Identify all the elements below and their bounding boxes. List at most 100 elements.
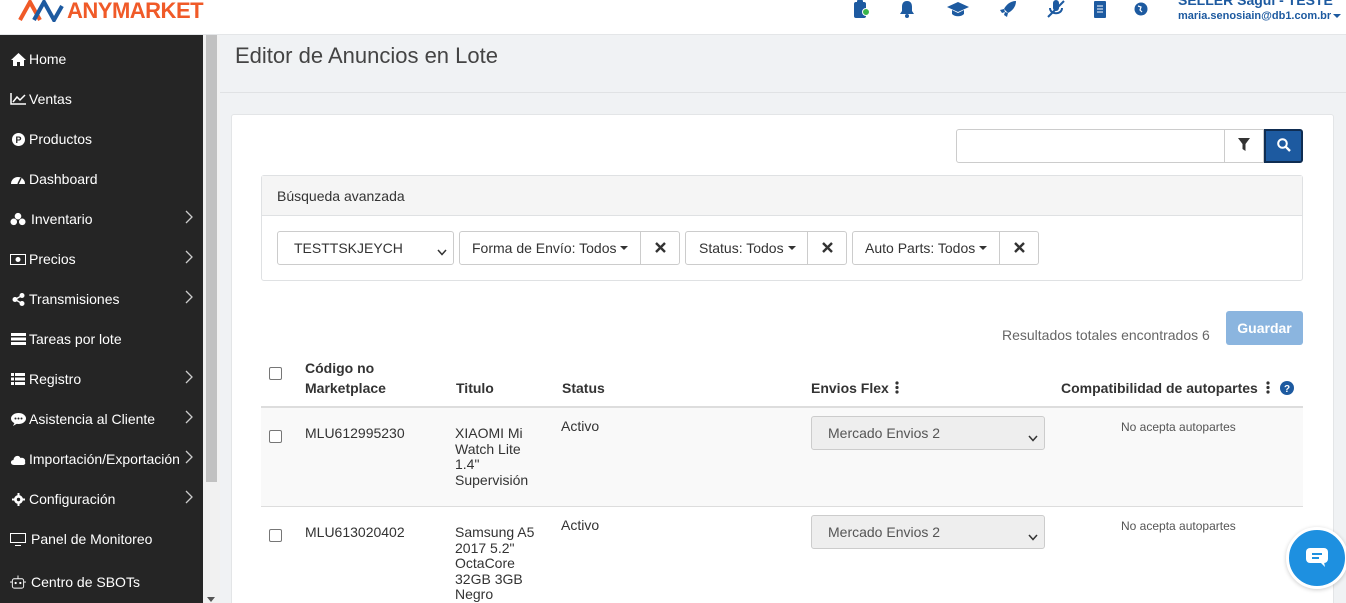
envios-flex-select[interactable]: Mercado Envios 2 — [811, 515, 1045, 549]
user-email: maria.senosiain@db1.com.br — [1178, 10, 1332, 22]
sidebar-item-registro[interactable]: Registro — [0, 359, 203, 399]
filter-button[interactable] — [1224, 129, 1264, 163]
sidebar-item-asistencia-al-cliente[interactable]: Asistencia al Cliente — [0, 399, 203, 439]
search-icon — [1276, 137, 1291, 155]
column-header-code[interactable]: Código no Marketplace — [305, 358, 425, 398]
chevron-right-icon — [185, 250, 193, 267]
scrollbar-thumb[interactable] — [206, 35, 217, 482]
tasks-icon — [10, 333, 26, 345]
sidebar-scrollbar[interactable] — [203, 35, 220, 603]
shipping-filter-label: Forma de Envío: Todos — [472, 240, 617, 256]
chevron-right-icon — [185, 490, 193, 507]
cubes-icon — [10, 212, 26, 226]
sidebar-item-configuracion[interactable]: Configuración — [0, 479, 203, 519]
logo-mark-icon — [18, 0, 64, 22]
clipboard-icon[interactable] — [850, 0, 870, 19]
envios-flex-value: Mercado Envios 2 — [828, 425, 941, 441]
clear-shipping-filter-button[interactable] — [640, 231, 680, 265]
sidebar-item-home[interactable]: Home — [0, 39, 203, 79]
caret-down-icon — [979, 246, 988, 250]
sidebar-item-label: Centro de SBOTs — [31, 574, 140, 590]
save-button[interactable]: Guardar — [1226, 311, 1303, 345]
top-bar: ANYMARKET SELLER Sagui - TESTE maria.sen… — [0, 0, 1346, 35]
column-header-status[interactable]: Status — [562, 378, 605, 398]
dashboard-icon — [10, 173, 26, 185]
sidebar-item-panel-de-monitoreo[interactable]: Panel de Monitoreo — [0, 519, 203, 559]
sidebar-item-label: Importación/Exportación — [29, 451, 180, 467]
row-checkbox[interactable] — [269, 430, 282, 443]
column-header-title[interactable]: Titulo — [456, 378, 494, 398]
svg-text:P: P — [15, 135, 21, 145]
sidebar-item-label: Transmisiones — [29, 291, 120, 307]
row-checkbox[interactable] — [269, 529, 282, 542]
sidebar-item-importacion-exportacion[interactable]: Importación/Exportación — [0, 439, 203, 479]
sidebar-item-precios[interactable]: Precios — [0, 239, 203, 279]
sidebar-item-label: Asistencia al Cliente — [29, 411, 156, 427]
graduation-cap-icon[interactable] — [946, 0, 970, 19]
row-title: Samsung A5 2017 5.2" OctaCore 32GB 3GB N… — [455, 524, 535, 603]
row-title-line: Watch Lite — [455, 440, 521, 457]
chevron-right-icon — [185, 410, 193, 427]
rocket-icon[interactable] — [998, 0, 1018, 19]
microphone-slash-icon[interactable] — [1046, 0, 1066, 19]
sidebar-item-label: Precios — [29, 251, 76, 267]
select-all-checkbox[interactable] — [269, 367, 282, 380]
globe-icon[interactable] — [1131, 0, 1151, 19]
row-title-line: 32GB 3GB — [455, 570, 523, 587]
user-name: SELLER Sagui - TESTE — [1178, 0, 1333, 8]
advanced-search-title: Búsqueda avanzada — [262, 176, 1302, 216]
more-vertical-icon[interactable] — [1266, 379, 1270, 399]
envios-flex-select[interactable]: Mercado Envios 2 — [811, 416, 1045, 450]
sidebar-item-label: Ventas — [29, 91, 72, 107]
sidebar-item-ventas[interactable]: Ventas — [0, 79, 203, 119]
account-select[interactable]: TESTTSKJEYCH — [277, 231, 454, 265]
chevron-right-icon — [185, 450, 193, 467]
column-header-compatibilidad[interactable]: Compatibilidad de autopartes ? — [1061, 378, 1294, 400]
sidebar: Home Ventas P Productos Dashboard Invent… — [0, 35, 203, 603]
more-vertical-icon[interactable] — [895, 379, 899, 399]
cloud-icon — [10, 454, 26, 465]
sidebar-item-label: Inventario — [31, 211, 93, 227]
sidebar-item-label: Registro — [29, 371, 82, 387]
line-chart-icon — [10, 93, 26, 105]
account-select-value: TESTTSKJEYCH — [294, 240, 403, 256]
sidebar-item-productos[interactable]: P Productos — [0, 119, 203, 159]
caret-down-icon — [620, 246, 629, 250]
search-button[interactable] — [1264, 129, 1303, 163]
chevron-down-icon — [437, 243, 447, 259]
sidebar-item-dashboard[interactable]: Dashboard — [0, 159, 203, 199]
scroll-down-arrow-icon[interactable] — [207, 597, 215, 602]
advanced-search-panel: Búsqueda avanzada — [261, 175, 1303, 281]
home-icon — [10, 52, 26, 66]
search-input[interactable] — [956, 129, 1225, 163]
row-title-line: XIAOMI Mi — [455, 425, 523, 441]
sidebar-item-inventario[interactable]: Inventario — [0, 199, 203, 239]
clear-autoparts-filter-button[interactable] — [999, 231, 1039, 265]
results-count: Resultados totales encontrados 6 — [1002, 327, 1210, 343]
document-icon[interactable] — [1090, 0, 1110, 19]
status-filter-dropdown[interactable]: Status: Todos — [685, 231, 808, 265]
money-icon — [10, 253, 26, 265]
user-menu[interactable]: SELLER Sagui - TESTE maria.senosiain@db1… — [1178, 0, 1342, 22]
row-title-line: Samsung A5 — [455, 524, 535, 540]
row-compatibility: No acepta autopartes — [1121, 519, 1236, 533]
clear-status-filter-button[interactable] — [807, 231, 847, 265]
row-code: MLU613020402 — [305, 524, 405, 540]
sidebar-item-transmisiones[interactable]: Transmisiones — [0, 279, 203, 319]
online-status-dot — [862, 8, 870, 16]
row-code: MLU612995230 — [305, 425, 405, 441]
chevron-down-icon — [1028, 528, 1038, 544]
row-status: Activo — [561, 517, 600, 533]
chat-widget-button[interactable] — [1286, 527, 1346, 589]
sidebar-item-tareas-por-lote[interactable]: Tareas por lote — [0, 319, 203, 359]
column-header-envios-flex[interactable]: Envios Flex — [811, 378, 899, 399]
page-title: Editor de Anuncios en Lote — [235, 43, 498, 68]
autoparts-filter-dropdown[interactable]: Auto Parts: Todos — [852, 231, 1000, 265]
sidebar-item-centro-de-sbots[interactable]: Centro de SBOTs — [0, 562, 203, 602]
close-icon — [654, 240, 666, 256]
shipping-filter-dropdown[interactable]: Forma de Envío: Todos — [459, 231, 641, 265]
anymarket-logo[interactable]: ANYMARKET — [18, 0, 204, 24]
share-icon — [10, 292, 26, 306]
help-icon[interactable]: ? — [1279, 380, 1294, 400]
bell-icon[interactable] — [897, 0, 917, 19]
